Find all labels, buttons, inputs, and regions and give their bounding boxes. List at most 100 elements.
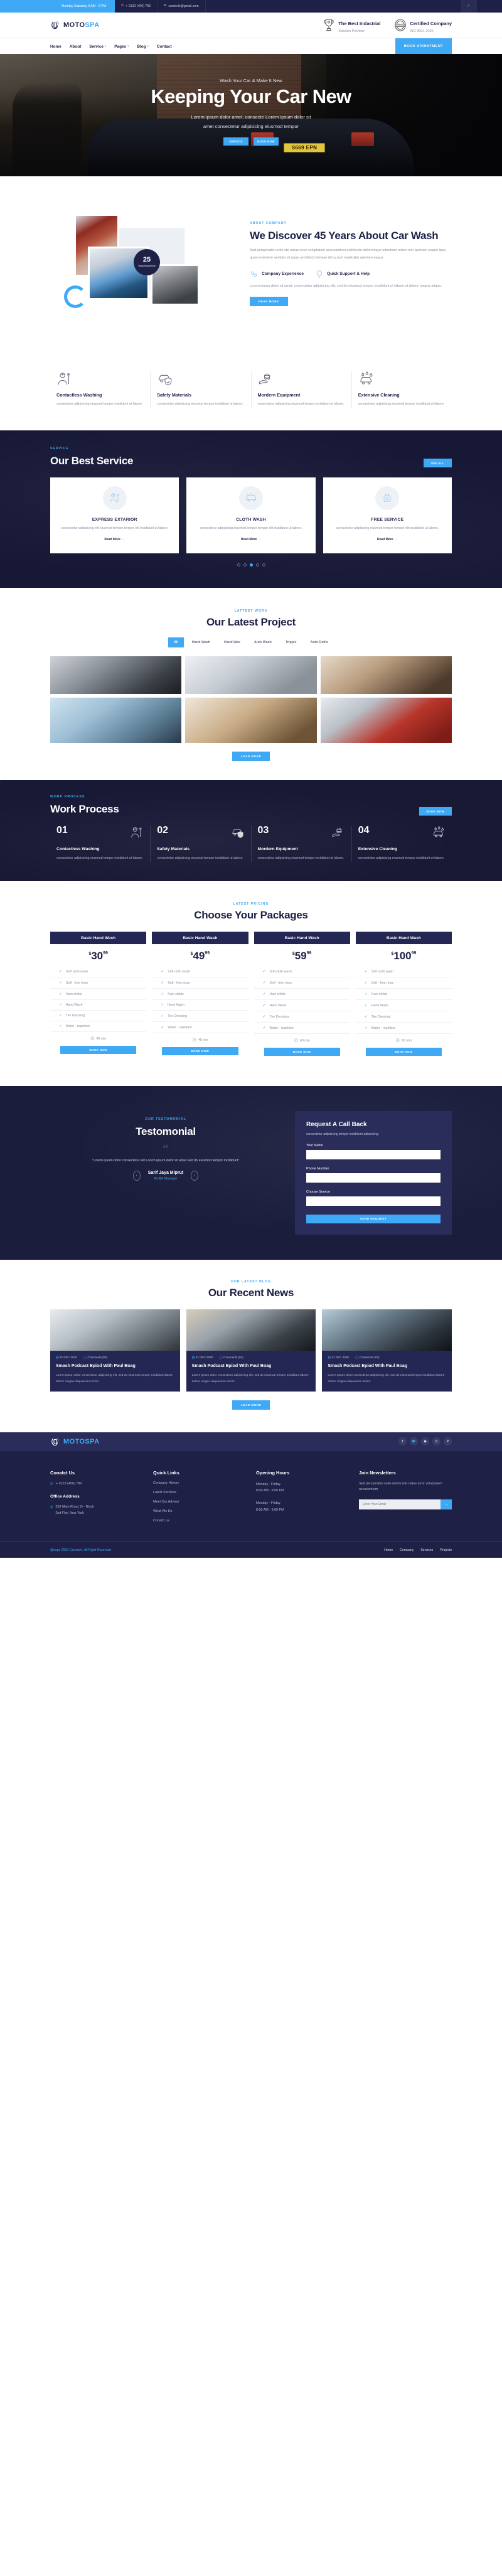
about-read-more-button[interactable]: READ MORE bbox=[250, 297, 288, 307]
copyright-brand[interactable]: Carcircle bbox=[70, 1548, 82, 1552]
footer-logo[interactable]: MOTOSPA bbox=[50, 1437, 99, 1447]
footer-phone[interactable]: ✆ + 0123 (456) 789 bbox=[50, 1481, 143, 1488]
instagram-icon[interactable]: ◙ bbox=[421, 1437, 429, 1446]
nav-item-blog[interactable]: Blog ▾ bbox=[137, 45, 148, 49]
footer-nav-link[interactable]: Company bbox=[400, 1548, 414, 1552]
footer-hours-time-1: 8:00 AM - 9:00 PM bbox=[256, 1489, 284, 1493]
twitter-icon[interactable]: 🐦 bbox=[410, 1437, 418, 1446]
work-step-desc: consectetur adipisicing eiusmod tempor i… bbox=[56, 856, 143, 861]
pricing-book-now-button[interactable]: BOOK NOW bbox=[162, 1047, 238, 1056]
testimonial-prev-button[interactable]: ‹ bbox=[132, 1170, 141, 1181]
project-thumb-2[interactable] bbox=[185, 656, 317, 694]
price-amount: 59 bbox=[294, 950, 307, 962]
service-carousel-dots[interactable] bbox=[50, 563, 452, 567]
arrow-right-icon: → bbox=[121, 537, 125, 541]
carousel-dot[interactable] bbox=[237, 563, 240, 567]
skype-icon[interactable]: S bbox=[432, 1437, 441, 1446]
nav-item-home[interactable]: Home bbox=[50, 45, 61, 49]
footer-social-links[interactable]: f 🐦 ◙ S P bbox=[398, 1437, 452, 1446]
nav-item-pages[interactable]: Pages ▾ bbox=[114, 45, 129, 49]
footer-quick-link[interactable]: Latest Services bbox=[153, 1491, 246, 1494]
project-load-more-button[interactable]: LOAD MORE bbox=[232, 751, 270, 761]
calendar-icon: ▤ bbox=[56, 1356, 59, 1360]
news-card[interactable]: ▤ 31 DEC 2020 ◯ Comments (03) Smash Podcas… bbox=[50, 1309, 180, 1392]
pricing-book-now-button[interactable]: BOOK NOW bbox=[264, 1048, 340, 1056]
carousel-dot[interactable] bbox=[249, 563, 253, 567]
newsletter-submit-button[interactable]: → bbox=[441, 1499, 452, 1510]
search-icon: ⌕ bbox=[467, 4, 470, 8]
nav-item-service[interactable]: Service ▾ bbox=[89, 45, 106, 49]
project-filter[interactable]: Auto Detils bbox=[305, 637, 334, 647]
copyright-text: @copy 2020 Carcircle. All Right Reserved bbox=[50, 1548, 111, 1552]
footer-quick-link[interactable]: Conatct us bbox=[153, 1519, 246, 1523]
footer-quick-link[interactable]: Company History bbox=[153, 1481, 246, 1485]
phone-number-input[interactable] bbox=[306, 1173, 441, 1183]
project-thumb-6[interactable] bbox=[320, 697, 452, 743]
pinterest-icon[interactable]: P bbox=[444, 1437, 452, 1446]
pricing-eyebrow: Latest Pricing bbox=[233, 902, 269, 906]
topbar-phone[interactable]: ✆ + 0123 (456) 789 bbox=[115, 0, 158, 13]
choose-service-input[interactable] bbox=[306, 1196, 441, 1206]
hero-book-button[interactable]: BOOK NOW bbox=[254, 137, 279, 146]
footer-quick-link[interactable]: Meet Our Advisor bbox=[153, 1500, 246, 1504]
your-name-input[interactable] bbox=[306, 1149, 441, 1159]
nav-item-about[interactable]: About bbox=[70, 45, 81, 49]
newsletter-email-input[interactable] bbox=[359, 1499, 441, 1510]
project-thumb-3[interactable] bbox=[320, 656, 452, 694]
service-see-all-button[interactable]: SEE ALL bbox=[423, 459, 452, 468]
news-card[interactable]: ▤ 31 DEC 2020 ◯ Comments (03) Smash Podcas… bbox=[186, 1309, 316, 1392]
footer-nav-link[interactable]: Services bbox=[420, 1548, 433, 1552]
car-shield-icon bbox=[157, 371, 173, 387]
features-strip: Contactless Washing consectetur adipisici… bbox=[0, 354, 502, 430]
chevron-down-icon: ▾ bbox=[104, 45, 107, 48]
pricing-book-now-button[interactable]: BOOK NOW bbox=[60, 1046, 137, 1055]
hero-service-button[interactable]: SERVICE bbox=[223, 137, 248, 146]
testimonial-next-button[interactable]: › bbox=[191, 1170, 199, 1181]
work-step-desc: consectetur adipisicing eiusmod tempor i… bbox=[358, 856, 445, 861]
project-filter[interactable]: Tripple bbox=[280, 637, 302, 647]
service-card-title: CLOTH WASH bbox=[236, 518, 266, 523]
nav-label: Blog bbox=[137, 44, 146, 49]
footer-nav-link[interactable]: Home bbox=[384, 1548, 393, 1552]
project-thumb-4[interactable] bbox=[50, 697, 182, 743]
site-logo[interactable]: MOTOSPA bbox=[50, 20, 99, 30]
project-filter[interactable]: Hand Wax bbox=[218, 637, 246, 647]
chevron-down-icon: ▾ bbox=[147, 45, 149, 48]
carousel-dot[interactable] bbox=[262, 563, 265, 567]
carousel-dot[interactable] bbox=[255, 563, 259, 567]
nav-links: Home About Service ▾ Pages ▾ Blog ▾ Contact bbox=[50, 45, 172, 49]
footer-quick-link[interactable]: What We Do bbox=[153, 1509, 246, 1513]
footer-nav-link[interactable]: Projects bbox=[440, 1548, 452, 1552]
news-load-more-button[interactable]: LOAD MORE bbox=[232, 1400, 270, 1410]
service-card-readmore[interactable]: Read More → bbox=[377, 538, 398, 541]
project-filter[interactable]: All bbox=[168, 637, 184, 647]
service-card[interactable]: FREE SERVICE consectetur adipisicing eius… bbox=[323, 477, 452, 553]
send-request-button[interactable]: SEND REQUEST bbox=[306, 1214, 441, 1223]
project-filter[interactable]: Auto Wash bbox=[248, 637, 277, 647]
pricing-feature: ✓ Soft cloth wash bbox=[50, 966, 147, 978]
topbar-email-text: carcircle@gmail.com bbox=[168, 4, 199, 8]
project-filter[interactable]: Hand Wash bbox=[186, 637, 216, 647]
pricing-duration: 🕐 60 min bbox=[294, 1039, 310, 1043]
service-card-readmore[interactable]: Read More → bbox=[241, 538, 262, 541]
news-card[interactable]: ▤ 31 DEC 2020 ◯ Comments (03) Smash Podcas… bbox=[322, 1309, 452, 1392]
pricing-feature-label: Soft cloth wash bbox=[66, 969, 88, 974]
carousel-dot[interactable] bbox=[243, 563, 247, 567]
topbar-email[interactable]: ✉ carcircle@gmail.com bbox=[158, 0, 206, 13]
project-thumb-1[interactable] bbox=[50, 656, 182, 694]
project-filter-bar[interactable]: All Hand Wash Hand Wax Auto Wash Tripple Auto… bbox=[50, 637, 452, 647]
book-appointment-button[interactable]: BOOK APOINTMENT bbox=[395, 38, 452, 55]
footer-bottom-nav[interactable]: Home Company Services Projects bbox=[384, 1548, 452, 1552]
work-book-now-button[interactable]: BOOK NOW bbox=[419, 807, 452, 816]
search-button[interactable]: ⌕ bbox=[461, 0, 477, 13]
facebook-icon[interactable]: f bbox=[398, 1437, 407, 1446]
project-thumb-5[interactable] bbox=[185, 697, 317, 743]
service-card[interactable]: CLOTH WASH consectetur adipisicing eiusmo… bbox=[186, 477, 316, 553]
footer-hours-block-2: Monday - Friday 8:00 AM - 9:00 PM bbox=[256, 1500, 349, 1514]
service-card[interactable]: EXPRESS EXTARIOR consectetur adipisicing … bbox=[50, 477, 179, 553]
nav-item-contact[interactable]: Contact bbox=[157, 45, 172, 49]
clock-icon: 🕐 bbox=[192, 1038, 196, 1043]
pricing-book-now-button[interactable]: BOOK NOW bbox=[365, 1048, 442, 1056]
badge-sub: Solution Provider bbox=[338, 29, 365, 33]
service-card-readmore[interactable]: Read More → bbox=[104, 538, 125, 541]
